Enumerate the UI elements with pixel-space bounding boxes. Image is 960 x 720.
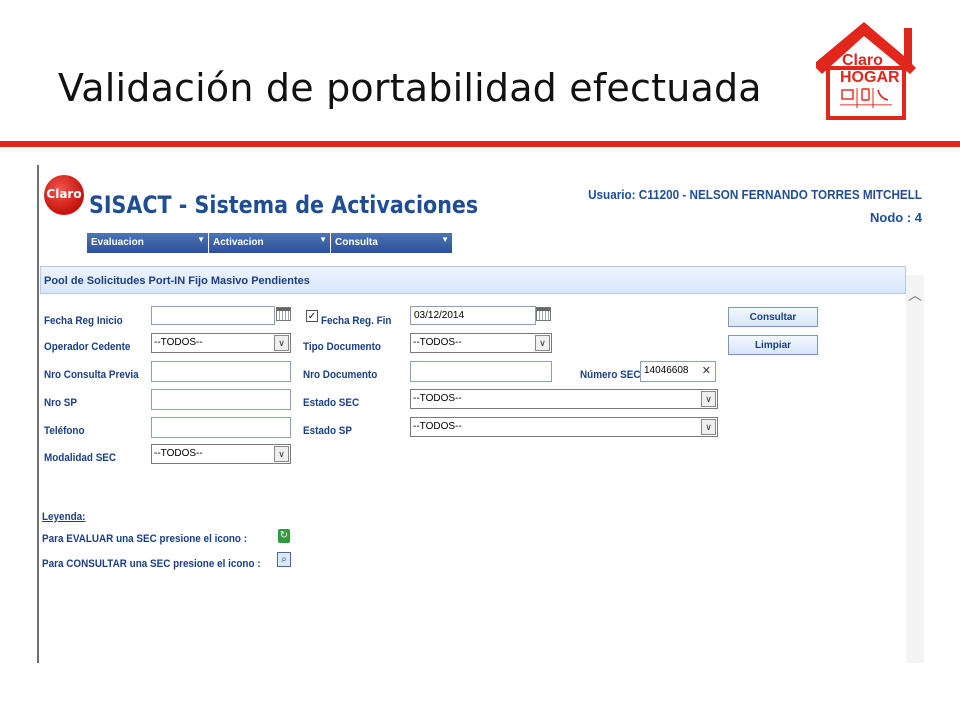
telefono-input[interactable] <box>151 417 291 438</box>
nro-documento-label: Nro Documento <box>303 369 378 381</box>
estado-sec-select[interactable]: --TODOS-- ∨ <box>410 389 718 409</box>
clear-icon[interactable]: ✕ <box>702 364 711 377</box>
nro-consulta-previa-label: Nro Consulta Previa <box>44 369 139 381</box>
nro-documento-input[interactable] <box>410 361 552 382</box>
scroll-up-icon[interactable]: ︿ <box>908 285 922 305</box>
chevron-down-icon: ∨ <box>274 446 289 462</box>
calendar-icon[interactable] <box>276 307 291 321</box>
phone-icon <box>861 88 870 101</box>
modalidad-sec-label: Modalidad SEC <box>44 452 117 464</box>
claro-app-logo-text: Claro <box>46 187 82 201</box>
chevron-down-icon: ∨ <box>701 391 716 407</box>
operador-cedente-value: --TODOS-- <box>154 337 203 348</box>
sisact-screen: Claro SISACT - Sistema de Activaciones U… <box>37 165 924 663</box>
tipo-documento-value: --TODOS-- <box>413 337 462 348</box>
fecha-reg-fin-checkbox[interactable]: ✓ <box>306 310 318 322</box>
chevron-down-icon: ∨ <box>274 335 289 351</box>
fecha-reg-fin-input[interactable]: 03/12/2014 <box>410 306 536 325</box>
accent-divider <box>0 141 960 147</box>
nro-sp-input[interactable] <box>151 389 291 410</box>
chevron-down-icon: ∨ <box>701 419 716 435</box>
chevron-down-icon: ▼ <box>319 235 327 244</box>
claro-hogar-logo: Claro HOGAR <box>816 22 916 120</box>
evaluar-icon: ↻ <box>278 529 290 543</box>
nodo-info: Nodo : 4 <box>870 210 922 225</box>
leyenda-consultar-text: Para CONSULTAR una SEC presione el icono… <box>42 558 261 570</box>
main-menu: Evaluacion ▼ Activacion ▼ Consulta ▼ <box>87 233 454 253</box>
limpiar-button[interactable]: Limpiar <box>728 335 818 355</box>
telephone-icon <box>877 89 889 101</box>
slide-title: Validación de portabilidad efectuada <box>58 66 762 110</box>
menu-consulta[interactable]: Consulta ▼ <box>331 233 452 253</box>
estado-sp-value: --TODOS-- <box>413 421 462 432</box>
leyenda-evaluar-text: Para EVALUAR una SEC presione el icono : <box>42 533 248 545</box>
chevron-down-icon: ▼ <box>441 235 449 244</box>
numero-sec-value: 14046608 <box>644 365 689 376</box>
user-info: Usuario: C11200 - NELSON FERNANDO TORRES… <box>588 187 922 202</box>
nro-sp-label: Nro SP <box>44 397 78 409</box>
numero-sec-input[interactable]: 14046608 ✕ <box>640 361 716 382</box>
leyenda-title: Leyenda: <box>42 511 86 523</box>
menu-consulta-label: Consulta <box>335 237 378 248</box>
menu-activacion[interactable]: Activacion ▼ <box>209 233 330 253</box>
estado-sp-select[interactable]: --TODOS-- ∨ <box>410 417 718 437</box>
tipo-documento-label: Tipo Documento <box>303 341 381 353</box>
claro-app-logo: Claro <box>44 175 84 215</box>
calendar-icon[interactable] <box>536 307 551 321</box>
numero-sec-label: Número SEC <box>580 369 641 381</box>
pool-title: Pool de Solicitudes Port-IN Fijo Masivo … <box>44 275 310 287</box>
operador-cedente-label: Operador Cedente <box>44 341 131 353</box>
telefono-label: Teléfono <box>44 425 85 437</box>
vertical-scrollbar[interactable] <box>906 275 924 663</box>
magnifier-icon: ⌕ <box>277 552 291 567</box>
tipo-documento-select[interactable]: --TODOS-- ∨ <box>410 333 552 353</box>
logo-line2: HOGAR <box>840 69 900 86</box>
logo-line1: Claro <box>842 52 883 69</box>
pool-header: Pool de Solicitudes Port-IN Fijo Masivo … <box>40 266 906 294</box>
estado-sec-label: Estado SEC <box>303 397 360 409</box>
operador-cedente-select[interactable]: --TODOS-- ∨ <box>151 333 291 353</box>
menu-evaluacion[interactable]: Evaluacion ▼ <box>87 233 208 253</box>
modalidad-sec-select[interactable]: --TODOS-- ∨ <box>151 444 291 464</box>
modalidad-sec-value: --TODOS-- <box>154 448 203 459</box>
tv-icon <box>841 89 854 100</box>
app-title: SISACT - Sistema de Activaciones <box>89 191 479 219</box>
fecha-reg-fin-label: Fecha Reg. Fin <box>321 315 392 327</box>
menu-evaluacion-label: Evaluacion <box>91 237 144 248</box>
menu-activacion-label: Activacion <box>213 237 264 248</box>
fecha-reg-inicio-input[interactable] <box>151 306 275 325</box>
chevron-down-icon: ▼ <box>197 235 205 244</box>
nro-consulta-previa-input[interactable] <box>151 361 291 382</box>
fecha-reg-inicio-label: Fecha Reg Inicio <box>44 315 123 327</box>
chevron-down-icon: ∨ <box>535 335 550 351</box>
estado-sp-label: Estado SP <box>303 425 352 437</box>
consultar-button[interactable]: Consultar <box>728 307 818 327</box>
estado-sec-value: --TODOS-- <box>413 393 462 404</box>
